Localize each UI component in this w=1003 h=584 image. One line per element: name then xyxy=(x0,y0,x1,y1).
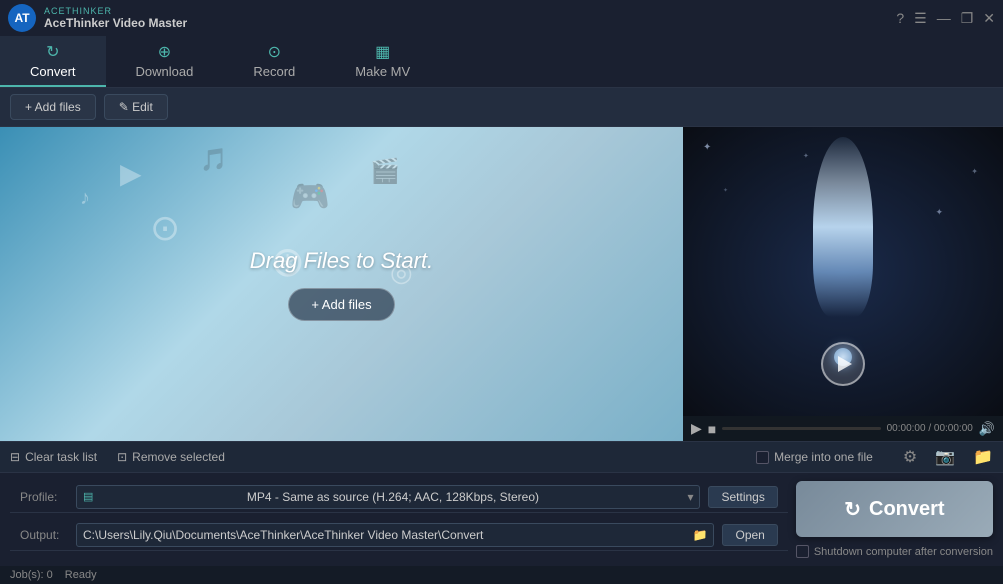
drop-zone-add-button[interactable]: + Add files xyxy=(288,288,394,321)
bottom-section: Profile: ▤ MP4 - Same as source (H.264; … xyxy=(0,473,1003,566)
tab-download-label: Download xyxy=(136,64,194,79)
app-title-area: ACETHINKER AceThinker Video Master xyxy=(44,6,187,30)
deco-icon-7: ♪ xyxy=(80,187,90,210)
convert-area: Profile: ▤ MP4 - Same as source (H.264; … xyxy=(0,473,1003,566)
folder-icon[interactable]: 📁 xyxy=(973,447,993,467)
app-brand: ACETHINKER xyxy=(44,6,187,16)
output-row: Output: C:\Users\Lily.Qiu\Documents\AceT… xyxy=(10,519,788,551)
tab-convert[interactable]: ↻ Convert xyxy=(0,36,106,87)
drop-zone-text: Drag Files to Start. xyxy=(250,248,433,274)
tab-download[interactable]: ⊕ Download xyxy=(106,36,224,87)
play-button-overlay[interactable] xyxy=(821,342,865,386)
merge-label: Merge into one file xyxy=(774,450,873,464)
shutdown-checkbox-group: Shutdown computer after conversion xyxy=(796,545,993,558)
output-path-value: C:\Users\Lily.Qiu\Documents\AceThinker\A… xyxy=(83,528,693,542)
profile-dropdown-arrow: ▾ xyxy=(687,490,693,504)
star-2: ✦ xyxy=(971,167,978,176)
shutdown-label: Shutdown computer after conversion xyxy=(814,546,993,558)
clear-label: Clear task list xyxy=(25,450,97,464)
jobs-count: Job(s): 0 xyxy=(10,569,53,581)
toolbar: + Add files ✎ Edit xyxy=(0,88,1003,127)
preview-icons: ⚙ 📷 📁 xyxy=(903,447,993,467)
title-bar-controls: ? ☰ — ❐ ✕ xyxy=(896,10,995,27)
tab-record-label: Record xyxy=(253,64,295,79)
app-name: AceThinker Video Master xyxy=(44,16,187,30)
deco-icon-1: ▶ xyxy=(120,157,142,190)
video-controls: ▶ ■ 00:00:00 / 00:00:00 🔊 xyxy=(683,416,1003,441)
profile-value: MP4 - Same as source (H.264; AAC, 128Kbp… xyxy=(247,490,539,504)
settings-icon[interactable]: ⚙ xyxy=(903,447,917,467)
record-tab-icon: ⊙ xyxy=(268,42,281,62)
output-folder-icon: 📁 xyxy=(693,528,708,542)
volume-icon[interactable]: 🔊 xyxy=(979,421,995,437)
edit-label: ✎ Edit xyxy=(119,100,153,114)
task-bar: ⊟ Clear task list ⊡ Remove selected Merg… xyxy=(0,441,1003,473)
download-tab-icon: ⊕ xyxy=(158,42,171,62)
preview-video: ✦ ✦ ✦ ✦ ✦ xyxy=(683,127,1003,416)
convert-tab-icon: ↻ xyxy=(46,42,59,62)
makemv-tab-icon: ▦ xyxy=(375,42,390,62)
profile-icon: ▤ xyxy=(83,490,93,503)
convert-icon: ↻ xyxy=(844,497,861,522)
shutdown-checkbox[interactable] xyxy=(796,545,809,558)
drop-zone-icons: ▶ 🎵 🎮 🎬 ⊙ ⊛ ♪ ◎ xyxy=(0,127,683,441)
status-text: Ready xyxy=(65,569,97,581)
nav-tabs: ↻ Convert ⊕ Download ⊙ Record ▦ Make MV xyxy=(0,36,1003,88)
add-files-button[interactable]: + Add files xyxy=(10,94,96,120)
close-button[interactable]: ✕ xyxy=(983,10,995,27)
add-files-label: + Add files xyxy=(25,100,81,114)
tab-makemv-label: Make MV xyxy=(355,64,410,79)
video-beam xyxy=(813,137,873,317)
deco-icon-4: 🎬 xyxy=(370,157,400,186)
help-icon[interactable]: ? xyxy=(896,10,904,26)
output-path-field: C:\Users\Lily.Qiu\Documents\AceThinker\A… xyxy=(76,523,714,547)
edit-button[interactable]: ✎ Edit xyxy=(104,94,168,120)
star-5: ✦ xyxy=(803,152,809,160)
tab-makemv[interactable]: ▦ Make MV xyxy=(325,36,440,87)
star-4: ✦ xyxy=(935,207,943,218)
output-label: Output: xyxy=(20,528,68,542)
main-content: ▶ 🎵 🎮 🎬 ⊙ ⊛ ♪ ◎ Drag Files to Start. + A… xyxy=(0,127,1003,441)
tab-convert-label: Convert xyxy=(30,64,76,79)
video-stop-button[interactable]: ■ xyxy=(708,421,716,437)
settings-button[interactable]: Settings xyxy=(708,486,777,508)
deco-icon-2: 🎵 xyxy=(200,147,227,173)
minimize-button[interactable]: — xyxy=(937,10,951,26)
clear-task-button[interactable]: ⊟ Clear task list xyxy=(10,450,97,464)
app-logo: AT xyxy=(8,4,36,32)
remove-icon: ⊡ xyxy=(117,450,127,464)
video-progress-bar[interactable] xyxy=(722,427,880,430)
play-arrow-icon xyxy=(838,356,852,372)
convert-button[interactable]: ↻ Convert xyxy=(796,481,993,537)
merge-checkbox[interactable] xyxy=(756,451,769,464)
convert-btn-label: Convert xyxy=(869,498,945,521)
convert-right: ↻ Convert Shutdown computer after conver… xyxy=(796,481,993,558)
restore-button[interactable]: ❐ xyxy=(961,10,974,27)
menu-icon[interactable]: ☰ xyxy=(914,10,927,27)
profile-row: Profile: ▤ MP4 - Same as source (H.264; … xyxy=(10,481,788,513)
star-1: ✦ xyxy=(703,142,711,153)
merge-checkbox-group: Merge into one file xyxy=(756,450,873,464)
profile-dropdown[interactable]: ▤ MP4 - Same as source (H.264; AAC, 128K… xyxy=(76,485,700,509)
title-bar-left: AT ACETHINKER AceThinker Video Master xyxy=(8,4,187,32)
drop-zone[interactable]: ▶ 🎵 🎮 🎬 ⊙ ⊛ ♪ ◎ Drag Files to Start. + A… xyxy=(0,127,683,441)
star-3: ✦ xyxy=(723,187,728,194)
screenshot-icon[interactable]: 📷 xyxy=(935,447,955,467)
remove-selected-button[interactable]: ⊡ Remove selected xyxy=(117,450,225,464)
title-bar: AT ACETHINKER AceThinker Video Master ? … xyxy=(0,0,1003,36)
status-bar: Job(s): 0 Ready xyxy=(0,566,1003,584)
tab-record[interactable]: ⊙ Record xyxy=(223,36,325,87)
video-time-display: 00:00:00 / 00:00:00 xyxy=(887,423,973,434)
deco-icon-5: ⊙ xyxy=(150,207,180,249)
video-play-button[interactable]: ▶ xyxy=(691,420,702,437)
preview-panel: ✦ ✦ ✦ ✦ ✦ ▶ ■ 00:00:00 / 00:00:00 🔊 xyxy=(683,127,1003,441)
remove-label: Remove selected xyxy=(132,450,225,464)
convert-left: Profile: ▤ MP4 - Same as source (H.264; … xyxy=(10,481,788,558)
profile-label: Profile: xyxy=(20,490,68,504)
deco-icon-3: 🎮 xyxy=(290,177,330,215)
open-button[interactable]: Open xyxy=(722,524,777,546)
clear-icon: ⊟ xyxy=(10,450,20,464)
drop-zone-add-label: + Add files xyxy=(311,297,371,312)
